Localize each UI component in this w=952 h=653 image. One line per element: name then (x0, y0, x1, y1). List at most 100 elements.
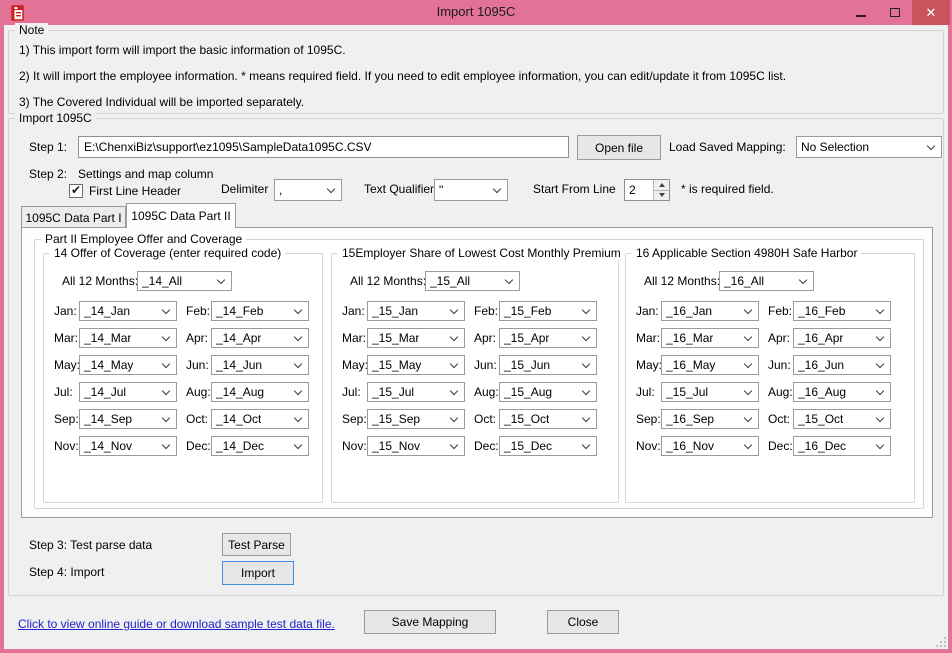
save-mapping-button[interactable]: Save Mapping (364, 610, 496, 634)
maximize-button[interactable] (878, 0, 912, 25)
online-guide-link[interactable]: Click to view online guide or download s… (18, 617, 335, 631)
start-from-line-label: Start From Line (533, 182, 616, 196)
test-parse-button[interactable]: Test Parse (222, 533, 291, 556)
delimiter-label: Delimiter (221, 182, 268, 196)
combo-16-apr[interactable]: _16_Apr (793, 328, 891, 348)
chevron-down-icon (744, 441, 752, 449)
combo-16-dec[interactable]: _16_Dec (793, 436, 891, 456)
chevron-down-icon (162, 441, 170, 449)
combo-15-apr[interactable]: _15_Apr (499, 328, 597, 348)
chevron-down-icon (744, 333, 752, 341)
window-title: Import 1095C (0, 4, 952, 19)
combo-15-sep[interactable]: _15_Sep (367, 409, 465, 429)
group-14-title: 14 Offer of Coverage (enter required cod… (50, 246, 285, 260)
combo-14-jun[interactable]: _14_Jun (211, 355, 309, 375)
stepper-up-button[interactable] (654, 180, 669, 190)
close-dialog-button[interactable]: Close (547, 610, 619, 634)
chevron-down-icon (876, 333, 884, 341)
month-label-mar: Mar: (342, 331, 367, 345)
month-grid-15: Jan:_15_JanFeb:_15_FebMar:_15_MarApr:_15… (342, 301, 597, 456)
chevron-down-icon (582, 333, 590, 341)
checkbox-box: ✔ (69, 184, 83, 198)
month-label-jun: Jun: (759, 358, 793, 372)
combo-14-may[interactable]: _14_May (79, 355, 177, 375)
combo-14-jan[interactable]: _14_Jan (79, 301, 177, 321)
combo-16-may[interactable]: _16_May (661, 355, 759, 375)
text-qualifier-select[interactable]: " (434, 179, 508, 201)
month-label-nov: Nov: (342, 439, 367, 453)
month-label-oct: Oct: (177, 412, 211, 426)
chevron-down-icon (876, 306, 884, 314)
combo-14-feb[interactable]: _14_Feb (211, 301, 309, 321)
combo-15-may[interactable]: _15_May (367, 355, 465, 375)
combo-14-jul[interactable]: _14_Jul (79, 382, 177, 402)
combo-16-feb[interactable]: _16_Feb (793, 301, 891, 321)
combo-15-aug[interactable]: _15_Aug (499, 382, 597, 402)
tab-1095c-data-part-1[interactable]: 1095C Data Part I (21, 206, 126, 228)
combo-16-mar[interactable]: _16_Mar (661, 328, 759, 348)
combo-15-all[interactable]: _15_All (425, 271, 520, 291)
close-button[interactable]: ✕ (912, 0, 950, 25)
combo-14-mar[interactable]: _14_Mar (79, 328, 177, 348)
combo-16-jun[interactable]: _16_Jun (793, 355, 891, 375)
import-group-label: Import 1095C (15, 111, 96, 125)
maximize-icon (890, 8, 900, 17)
chevron-down-icon (505, 276, 513, 284)
combo-15-jun[interactable]: _15_Jun (499, 355, 597, 375)
combo-14-oct[interactable]: _14_Oct (211, 409, 309, 429)
chevron-down-icon (450, 306, 458, 314)
combo-16-jan[interactable]: _16_Jan (661, 301, 759, 321)
start-from-line-stepper[interactable]: 2 (624, 179, 670, 201)
combo-14-aug[interactable]: _14_Aug (211, 382, 309, 402)
combo-14-all[interactable]: _14_All (137, 271, 232, 291)
resize-grip[interactable] (934, 635, 946, 647)
combo-15-oct[interactable]: _15_Oct (499, 409, 597, 429)
combo-15-jan[interactable]: _15_Jan (367, 301, 465, 321)
combo-15-nov[interactable]: _15_Nov (367, 436, 465, 456)
month-label-nov: Nov: (636, 439, 661, 453)
delimiter-select[interactable]: , (274, 179, 342, 201)
open-file-button[interactable]: Open file (577, 135, 661, 160)
combo-15-mar[interactable]: _15_Mar (367, 328, 465, 348)
part2-group-label: Part II Employee Offer and Coverage (41, 232, 246, 246)
chevron-down-icon (876, 360, 884, 368)
first-line-header-checkbox[interactable]: ✔ First Line Header (69, 184, 181, 198)
month-label-jun: Jun: (177, 358, 211, 372)
combo-14-nov[interactable]: _14_Nov (79, 436, 177, 456)
month-label-apr: Apr: (465, 331, 499, 345)
month-label-aug: Aug: (465, 385, 499, 399)
month-label-apr: Apr: (759, 331, 793, 345)
text-qualifier-label: Text Qualifier (364, 182, 434, 196)
month-label-sep: Sep: (342, 412, 367, 426)
combo-14-sep[interactable]: _14_Sep (79, 409, 177, 429)
check-icon: ✔ (71, 185, 81, 195)
combo-15-oct[interactable]: _15_Oct (793, 409, 891, 429)
chevron-down-icon (927, 142, 935, 150)
combo-15-jul[interactable]: _15_Jul (367, 382, 465, 402)
combo-14-apr[interactable]: _14_Apr (211, 328, 309, 348)
chevron-down-icon (327, 185, 335, 193)
stepper-down-button[interactable] (654, 190, 669, 201)
tab-1095c-data-part-2[interactable]: 1095C Data Part II (126, 203, 236, 228)
combo-16-aug[interactable]: _16_Aug (793, 382, 891, 402)
import-1095c-window: Import 1095C ✕ Note 1) This import form … (0, 0, 952, 653)
combo-16-nov[interactable]: _16_Nov (661, 436, 759, 456)
combo-16-all[interactable]: _16_All (719, 271, 814, 291)
load-saved-mapping-select[interactable]: No Selection (796, 136, 942, 158)
combo-14-dec[interactable]: _14_Dec (211, 436, 309, 456)
combo-16-sep[interactable]: _16_Sep (661, 409, 759, 429)
import-button[interactable]: Import (222, 561, 294, 585)
month-label-aug: Aug: (177, 385, 211, 399)
month-label-nov: Nov: (54, 439, 79, 453)
month-label-may: May: (636, 358, 661, 372)
month-label-jul: Jul: (342, 385, 367, 399)
minimize-button[interactable] (844, 0, 878, 25)
combo-15-jul[interactable]: _15_Jul (661, 382, 759, 402)
file-path-input[interactable]: E:\ChenxiBiz\support\ez1095\SampleData10… (78, 136, 569, 158)
combo-15-dec[interactable]: _15_Dec (499, 436, 597, 456)
chevron-down-icon (162, 414, 170, 422)
all-12-months-label: All 12 Months: (644, 274, 720, 288)
combo-15-feb[interactable]: _15_Feb (499, 301, 597, 321)
arrow-down-icon (659, 193, 665, 197)
step1-label: Step 1: (29, 140, 67, 154)
